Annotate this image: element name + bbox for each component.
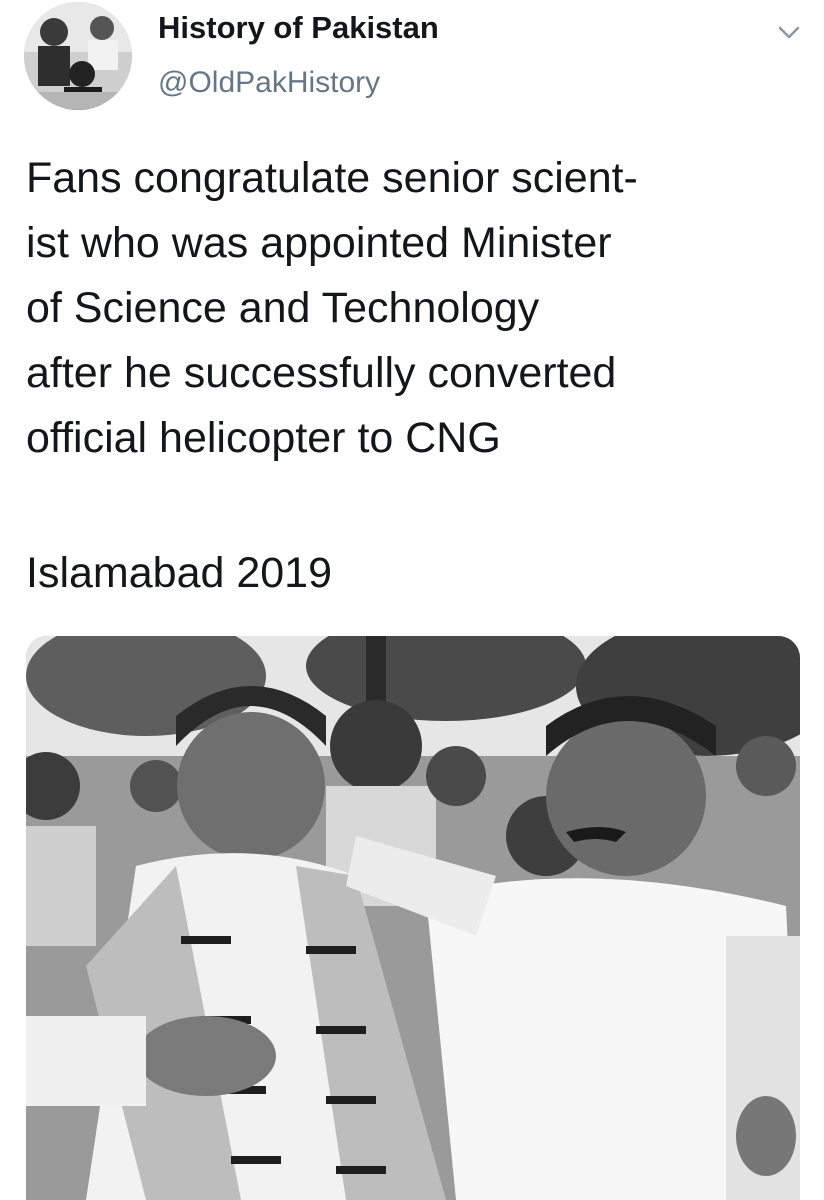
tweet-menu-button[interactable] [772, 18, 806, 48]
author-avatar[interactable] [24, 2, 132, 110]
tweet-location-line: Islamabad 2019 [26, 549, 332, 597]
tweet-card: History of Pakistan @OldPakHistory Fans … [0, 0, 824, 1200]
tweet-text: Fans congratulate senior scient- ist who… [26, 146, 806, 471]
tweet-text-line: Fans congratulate senior scient- [26, 154, 638, 202]
tweet-text-line: of Science and Technology [26, 284, 540, 332]
tweet-text-line: official helicopter to CNG [26, 414, 501, 462]
author-handle[interactable]: @OldPakHistory [158, 66, 380, 100]
tweet-photo-image [26, 636, 800, 1200]
tweet-text-line: after he successfully converted [26, 349, 617, 397]
author-display-name[interactable]: History of Pakistan [158, 10, 439, 46]
tweet-photo[interactable] [26, 636, 800, 1200]
tweet-text-line: ist who was appointed Minister [26, 219, 612, 267]
avatar-photo-icon [24, 2, 132, 110]
chevron-down-icon [778, 26, 800, 39]
